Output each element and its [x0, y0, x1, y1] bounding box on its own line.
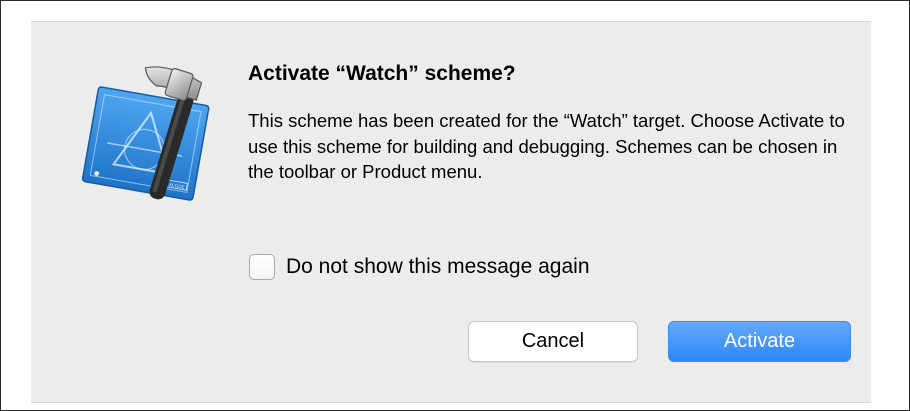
xcode-app-icon: XCODE [79, 58, 219, 208]
checkbox-label[interactable]: Do not show this message again [286, 255, 590, 279]
activate-button[interactable]: Activate [668, 321, 851, 362]
window-frame: XCODE Activate “Watch” scheme? This sche… [0, 0, 910, 411]
alert-dialog: XCODE Activate “Watch” scheme? This sche… [31, 21, 871, 403]
dialog-message: This scheme has been created for the “Wa… [248, 110, 845, 182]
suppression-checkbox-row[interactable]: Do not show this message again [249, 252, 590, 282]
cancel-button[interactable]: Cancel [468, 321, 638, 362]
dialog-title: Activate “Watch” scheme? [248, 62, 516, 85]
do-not-show-checkbox[interactable] [249, 254, 275, 280]
